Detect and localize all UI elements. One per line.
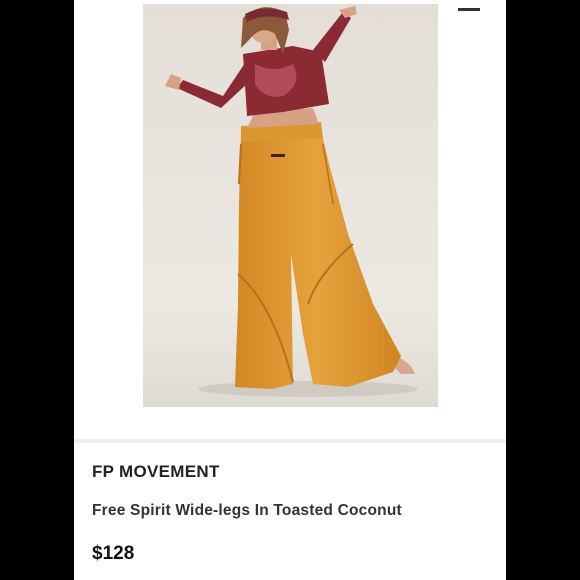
product-photo[interactable]: [143, 4, 438, 407]
product-card: FP MOVEMENT Free Spirit Wide-legs In Toa…: [74, 0, 506, 580]
dash-icon: [458, 0, 480, 11]
product-photo-illustration: [143, 4, 438, 407]
product-price: $128: [92, 543, 135, 564]
product-brand[interactable]: FP MOVEMENT: [92, 462, 220, 482]
section-divider: [74, 439, 506, 443]
screen: FP MOVEMENT Free Spirit Wide-legs In Toa…: [0, 0, 580, 580]
product-image-area: [74, 0, 506, 440]
product-title[interactable]: Free Spirit Wide-legs In Toasted Coconut: [92, 502, 402, 520]
